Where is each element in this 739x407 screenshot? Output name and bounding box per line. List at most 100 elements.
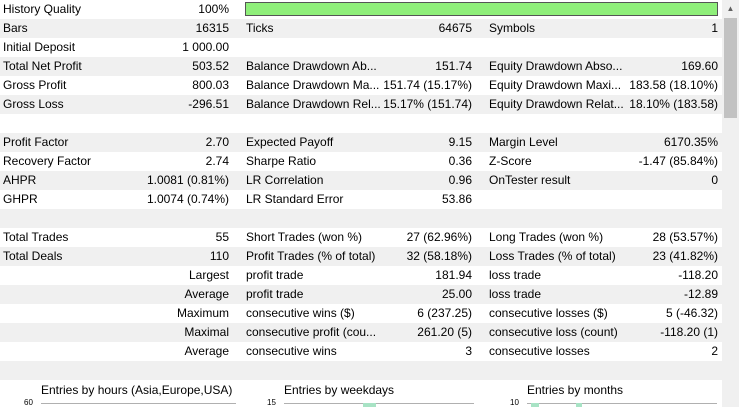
chart-hours-ymax: 60 <box>24 398 33 407</box>
row-profit-factor: Profit Factor 2.70 Expected Payoff 9.15 … <box>0 133 722 152</box>
balance-dd-abs-label: Balance Drawdown Ab... <box>246 59 377 73</box>
row-spacer <box>0 209 722 228</box>
scrollbar-thumb[interactable] <box>724 18 737 118</box>
vertical-scrollbar[interactable]: ▲ <box>722 0 739 407</box>
balance-dd-abs-value: 151.74 <box>435 59 472 73</box>
balance-dd-max-value: 151.74 (15.17%) <box>383 78 472 92</box>
largest-label: Largest <box>188 268 229 282</box>
net-profit-value: 503.52 <box>192 59 229 73</box>
row-gross-profit: Gross Profit 800.03 Balance Drawdown Ma.… <box>0 76 722 95</box>
equity-dd-max-label: Equity Drawdown Maxi... <box>489 78 622 92</box>
balance-dd-max-label: Balance Drawdown Ma... <box>246 78 380 92</box>
backtest-report: History Quality 100% Bars 16315 Ticks 64… <box>0 0 722 407</box>
chart-months-ymax: 10 <box>510 398 519 407</box>
row-total-deals: Total Deals 110 Profit Trades (% of tota… <box>0 247 722 266</box>
balance-dd-rel-value: 15.17% (151.74) <box>383 97 472 111</box>
average-consecutive-wins-value: 3 <box>465 344 472 358</box>
bars-value: 16315 <box>195 21 229 35</box>
average-loss-trade-label: loss trade <box>489 287 542 301</box>
average-profit-trade-value: 25.00 <box>441 287 472 301</box>
z-score-value: -1.47 (85.84%) <box>638 154 718 168</box>
lr-std-error-label: LR Standard Error <box>246 192 344 206</box>
equity-dd-abs-label: Equity Drawdown Abso... <box>489 59 623 73</box>
total-deals-value: 110 <box>209 249 229 263</box>
consecutive-loss-value: -118.20 (1) <box>660 325 718 339</box>
average-label: Average <box>184 287 229 301</box>
chart-weekdays-title: Entries by weekdays <box>284 383 395 397</box>
chart-months-title: Entries by months <box>527 383 624 397</box>
row-initial-deposit: Initial Deposit 1 000.00 <box>0 38 722 57</box>
row-gross-loss: Gross Loss -296.51 Balance Drawdown Rel.… <box>0 95 722 114</box>
row-largest: Largest profit trade 181.94 loss trade -… <box>0 266 722 285</box>
expected-payoff-label: Expected Payoff <box>246 135 334 149</box>
row-recovery-factor: Recovery Factor 2.74 Sharpe Ratio 0.36 Z… <box>0 152 722 171</box>
profit-trades-label: Profit Trades (% of total) <box>246 249 376 263</box>
initial-deposit-value: 1 000.00 <box>182 40 229 54</box>
balance-dd-rel-label: Balance Drawdown Rel... <box>246 97 381 111</box>
equity-dd-abs-value: 169.60 <box>681 59 718 73</box>
chart-months-bar <box>576 403 582 407</box>
consecutive-losses-label: consecutive losses ($) <box>489 306 608 320</box>
row-history-quality: History Quality 100% <box>0 0 722 19</box>
short-trades-label: Short Trades (won %) <box>246 230 363 244</box>
largest-profit-trade-label: profit trade <box>246 268 304 282</box>
equity-dd-rel-value: 18.10% (183.58) <box>629 97 718 111</box>
average-profit-trade-label: profit trade <box>246 287 304 301</box>
average-consecutive-losses-value: 2 <box>711 344 718 358</box>
chart-months-axis <box>527 403 717 404</box>
chart-hours-title: Entries by hours (Asia,Europe,USA) <box>41 383 233 397</box>
history-quality-value: 100% <box>198 2 229 16</box>
row-net-profit: Total Net Profit 503.52 Balance Drawdown… <box>0 57 722 76</box>
total-trades-value: 55 <box>215 230 229 244</box>
consecutive-wins-value: 6 (237.25) <box>417 306 472 320</box>
lr-correlation-value: 0.96 <box>448 173 472 187</box>
sharpe-ratio-value: 0.36 <box>448 154 472 168</box>
chart-weekdays-axis <box>284 403 474 404</box>
row-average: Average profit trade 25.00 loss trade -1… <box>0 285 722 304</box>
consecutive-profit-value: 261.20 (5) <box>417 325 472 339</box>
average-consecutive-label: Average <box>184 344 229 358</box>
long-trades-value: 28 (53.57%) <box>652 230 718 244</box>
ontester-result-value: 0 <box>711 173 718 187</box>
average-consecutive-wins-label: consecutive wins <box>246 344 337 358</box>
loss-trades-label: Loss Trades (% of total) <box>489 249 616 263</box>
symbols-label: Symbols <box>489 21 536 35</box>
symbols-value: 1 <box>711 21 718 35</box>
row-ghpr: GHPR 1.0074 (0.74%) LR Standard Error 53… <box>0 190 722 209</box>
consecutive-losses-value: 5 (-46.32) <box>665 306 718 320</box>
maximal-label: Maximal <box>184 325 229 339</box>
lr-correlation-label: LR Correlation <box>246 173 324 187</box>
row-average-consecutive: Average consecutive wins 3 consecutive l… <box>0 342 722 361</box>
history-quality-bar <box>245 2 718 16</box>
equity-dd-max-value: 183.58 (18.10%) <box>629 78 718 92</box>
ticks-value: 64675 <box>438 21 472 35</box>
row-total-trades: Total Trades 55 Short Trades (won %) 27 … <box>0 228 722 247</box>
loss-trades-value: 23 (41.82%) <box>652 249 718 263</box>
largest-profit-trade-value: 181.94 <box>435 268 472 282</box>
scroll-up-arrow-icon[interactable]: ▲ <box>722 0 739 17</box>
margin-level-value: 6170.35% <box>663 135 718 149</box>
chart-weekdays-bar <box>363 403 376 407</box>
row-maximal: Maximal consecutive profit (cou... 261.2… <box>0 323 722 342</box>
recovery-factor-value: 2.74 <box>205 154 229 168</box>
consecutive-loss-label: consecutive loss (count) <box>489 325 618 339</box>
expected-payoff-value: 9.15 <box>448 135 472 149</box>
average-loss-trade-value: -12.89 <box>683 287 718 301</box>
chart-hours-axis <box>41 403 236 404</box>
long-trades-label: Long Trades (won %) <box>489 230 604 244</box>
row-bars: Bars 16315 Ticks 64675 Symbols 1 <box>0 19 722 38</box>
lr-std-error-value: 53.86 <box>441 192 472 206</box>
largest-loss-trade-value: -118.20 <box>678 268 718 282</box>
maximum-label: Maximum <box>176 306 229 320</box>
ticks-label: Ticks <box>246 21 274 35</box>
largest-loss-trade-label: loss trade <box>489 268 542 282</box>
profit-trades-value: 32 (58.18%) <box>406 249 472 263</box>
chart-months-bar <box>531 403 539 407</box>
consecutive-profit-label: consecutive profit (cou... <box>246 325 377 339</box>
average-consecutive-losses-label: consecutive losses <box>489 344 590 358</box>
row-maximum: Maximum consecutive wins ($) 6 (237.25) … <box>0 304 722 323</box>
ghpr-value: 1.0074 (0.74%) <box>146 192 229 206</box>
equity-dd-rel-label: Equity Drawdown Relat... <box>489 97 624 111</box>
short-trades-value: 27 (62.96%) <box>406 230 472 244</box>
sharpe-ratio-label: Sharpe Ratio <box>246 154 317 168</box>
